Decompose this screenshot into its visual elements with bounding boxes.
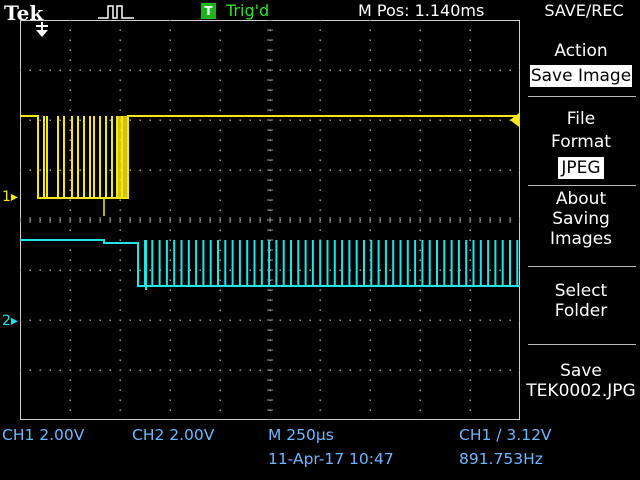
scope-screen [20,20,520,420]
frequency-readout: 891.753Hz [459,450,543,468]
ch2-scale: CH2 2.00V [132,426,215,444]
file-format-button[interactable]: JPEG [558,157,604,179]
menu-title: SAVE/REC [544,1,624,20]
ch2-waveform [20,239,520,290]
trigger-badge: T [201,3,216,19]
ch2-marker-arrow-icon: ▸ [10,313,18,329]
side-menu: Action Save Image File Format JPEG About… [522,22,640,414]
horizontal-position-readout: M Pos: 1.140ms [358,1,485,20]
file-format-label-2: Format [551,132,611,152]
trigger-position-arrow-icon [36,22,48,37]
ch2-marker: 2▸ [2,313,18,329]
date-time: 11-Apr-17 10:47 [268,450,394,468]
select-folder-button[interactable]: Select Folder [522,281,640,321]
action-button[interactable]: Save Image [530,65,632,87]
trigger-level-icon [510,113,519,127]
ch1-marker-arrow-icon: ▸ [10,189,18,205]
about-saving-images-button[interactable]: About Saving Images [522,189,640,249]
trigger-readout: CH1 ∕ 3.12V [459,426,552,444]
file-format-label-1: File [566,109,596,129]
action-label: Action [554,41,608,61]
ch1-scale: CH1 2.00V [2,426,85,444]
pulse-trigger-icon [98,5,134,19]
graticule [20,20,520,420]
save-button[interactable]: Save TEK0002.JPG [522,361,640,401]
trigger-status: Trig'd [226,1,270,20]
timebase-readout: M 250µs [268,426,334,444]
ch1-marker: 1▸ [2,189,18,205]
